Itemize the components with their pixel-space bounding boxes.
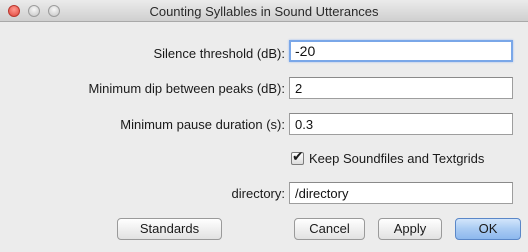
ok-button[interactable]: OK bbox=[455, 218, 521, 240]
directory-input[interactable] bbox=[289, 182, 513, 204]
minimum-dip-input[interactable] bbox=[289, 77, 513, 99]
minimum-pause-input[interactable] bbox=[289, 113, 513, 135]
window-title: Counting Syllables in Sound Utterances bbox=[149, 4, 379, 19]
keep-files-checkbox[interactable]: ✔ Keep Soundfiles and Textgrids bbox=[291, 148, 484, 166]
apply-button[interactable]: Apply bbox=[378, 218, 442, 240]
minimum-pause-label: Minimum pause duration (s): bbox=[120, 117, 285, 132]
dialog-window: Counting Syllables in Sound Utterances S… bbox=[0, 0, 528, 252]
directory-label: directory: bbox=[231, 186, 285, 201]
title-bar[interactable]: Counting Syllables in Sound Utterances bbox=[0, 0, 528, 22]
silence-threshold-label: Silence threshold (dB): bbox=[153, 46, 285, 61]
minimum-dip-label: Minimum dip between peaks (dB): bbox=[88, 81, 285, 96]
silence-threshold-input[interactable] bbox=[289, 40, 513, 62]
cancel-button[interactable]: Cancel bbox=[294, 218, 365, 240]
checkmark-icon: ✔ bbox=[292, 148, 304, 165]
checkbox-box[interactable]: ✔ bbox=[291, 148, 304, 165]
standards-button[interactable]: Standards bbox=[117, 218, 222, 240]
keep-files-label[interactable]: Keep Soundfiles and Textgrids bbox=[309, 151, 484, 166]
